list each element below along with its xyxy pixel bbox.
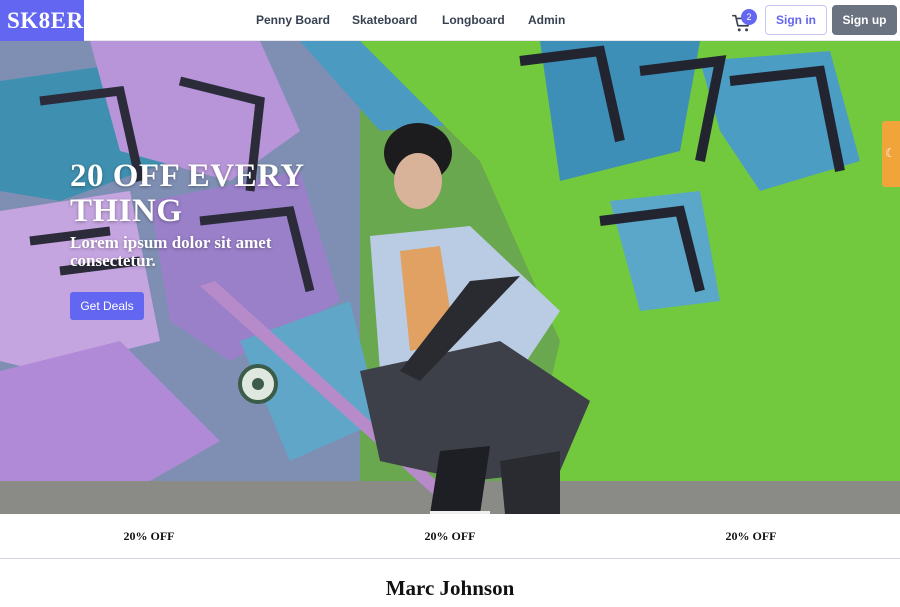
hero-banner: 20 OFF EVERY THING Lorem ipsum dolor sit… — [0, 41, 900, 514]
promo-item: 20% OFF — [725, 529, 777, 543]
promo-item: 20% OFF — [424, 529, 476, 543]
promo-strip: 20% OFF 20% OFF 20% OFF — [0, 514, 900, 559]
moon-icon: ☾ — [885, 146, 896, 160]
site-header: SK8ER Penny Board Skateboard Longboard A… — [0, 0, 900, 41]
get-deals-button[interactable]: Get Deals — [70, 292, 144, 320]
promo-item: 20% OFF — [123, 529, 175, 543]
nav-skateboard[interactable]: Skateboard — [352, 0, 417, 41]
theme-toggle-tab[interactable]: ☾ — [882, 121, 900, 187]
hero-title: 20 OFF EVERY THING — [70, 158, 304, 229]
nav-penny-board[interactable]: Penny Board — [256, 0, 330, 41]
sign-in-button[interactable]: Sign in — [765, 5, 827, 35]
nav-longboard[interactable]: Longboard — [442, 0, 505, 41]
sign-up-button[interactable]: Sign up — [832, 5, 897, 35]
hero-subtitle: Lorem ipsum dolor sit amet consectetur. — [70, 233, 272, 270]
nav-admin[interactable]: Admin — [528, 0, 565, 41]
brand-logo[interactable]: SK8ER — [0, 0, 84, 41]
section-title: Marc Johnson — [385, 576, 515, 600]
cart-count-badge: 2 — [741, 9, 757, 25]
hero-image — [0, 41, 900, 514]
